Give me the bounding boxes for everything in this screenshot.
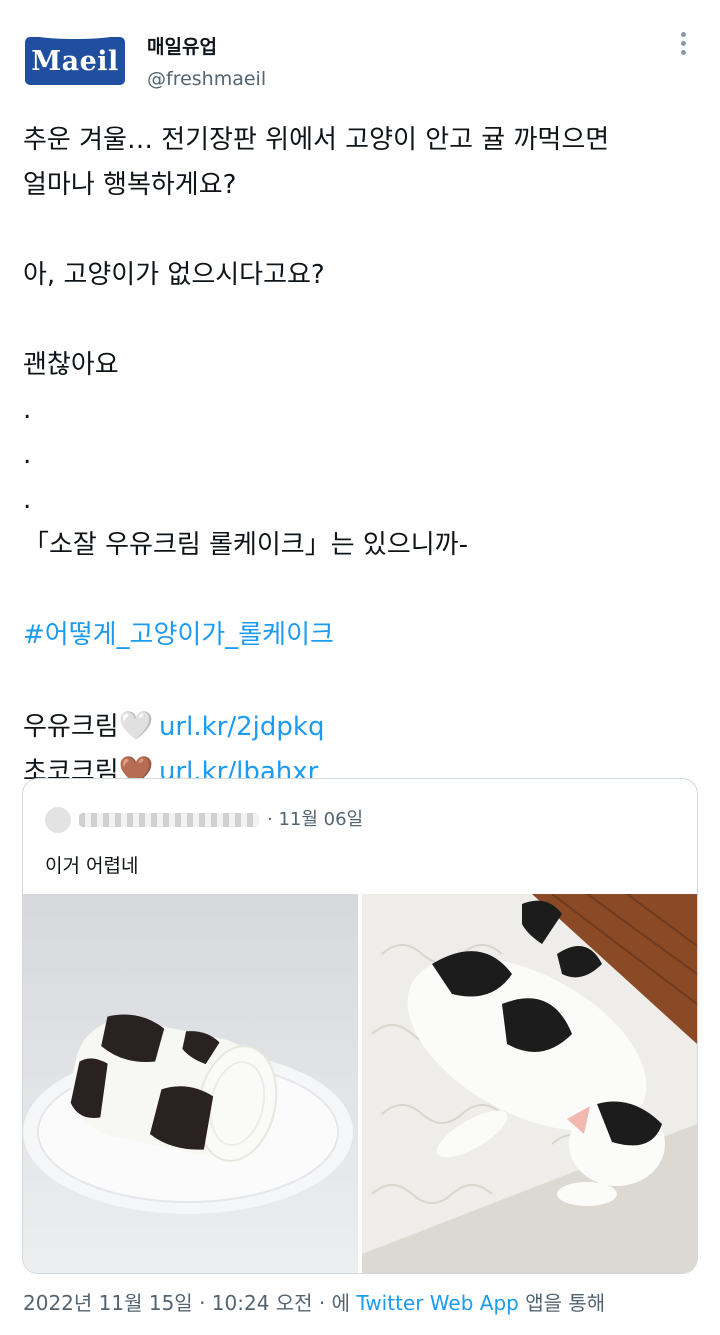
quoted-tweet-header: · 11월 06일 [45,805,363,833]
cow-roll-cake-image[interactable] [23,894,358,1273]
product-label: 우유크림 [23,712,119,742]
source-suffix: 앱을 통해 [525,1291,606,1315]
tweet-metadata: 2022년 11월 15일 · 10:24 오전 · 에 Twitter Web… [23,1287,605,1316]
tweet-line: . [23,440,32,470]
cake-illustration [23,894,358,1273]
cat-illustration [362,894,697,1273]
url-link[interactable]: url.kr/2jdpkq [159,712,325,742]
white-heart-icon: 🤍 [118,709,154,742]
tweet-line: 얼마나 행복하게요? [23,170,237,200]
tweet-line: 「소잘 우유크림 롤케이크」는 있으니까- [23,530,468,560]
tweet-line: . [23,485,32,515]
tweet-page: Maeil 매일유업 @freshmaeil 추운 겨울… 전기장판 위에서 고… [0,0,720,1335]
quoted-tweet-text: 이거 어렵네 [45,855,139,877]
tweet-line: 아, 고양이가 없으시다고요? [23,260,325,290]
product-link-row: 우유크림🤍 url.kr/2jdpkq [23,703,703,748]
hashtag-link[interactable]: #어떻게_고양이가_롤케이크 [23,620,334,650]
author-display-name[interactable]: 매일유업 [147,32,217,59]
quoted-media-grid [23,894,697,1273]
more-options-icon[interactable] [670,26,696,60]
tweet-text: 추운 겨울… 전기장판 위에서 고양이 안고 귤 까먹으면 얼마나 행복하게요?… [23,118,703,793]
cat-on-mattress-image[interactable] [362,894,697,1273]
blurred-username [79,813,259,827]
quoted-tweet-card[interactable]: · 11월 06일 이거 어렵네 [22,778,698,1274]
quoted-date: · 11월 06일 [267,809,364,830]
avatar[interactable]: Maeil [22,30,128,92]
tweet-line: 괜찮아요 [23,350,119,380]
tweet-line: 추운 겨울… 전기장판 위에서 고양이 안고 귤 까먹으면 [23,125,610,155]
maeil-logo: Maeil [25,32,125,85]
author-handle[interactable]: @freshmaeil [147,68,266,90]
source-link[interactable]: Twitter Web App [356,1291,518,1315]
timestamp[interactable]: 2022년 11월 15일 · 10:24 오전 · 에 [23,1291,350,1315]
quoted-avatar [45,807,71,833]
tweet-line: . [23,395,32,425]
